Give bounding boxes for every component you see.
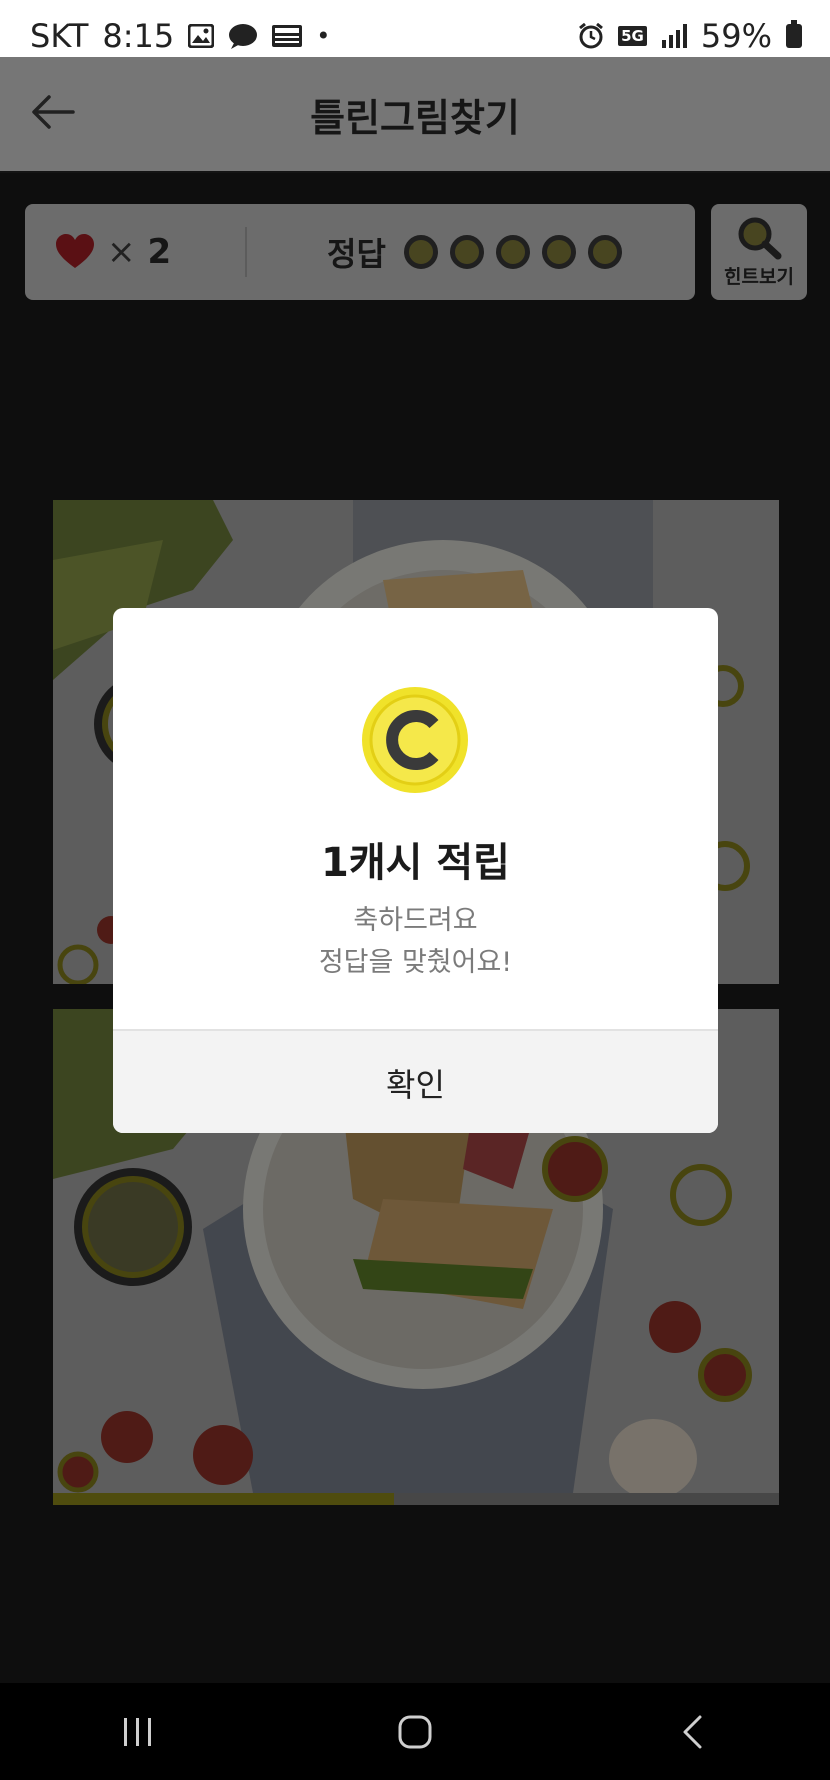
hint-label: 힌트보기 [724,265,794,288]
signal-icon [661,24,687,48]
recent-apps-button[interactable] [98,1702,178,1762]
answer-slots [403,235,622,269]
gallery-icon [188,24,215,48]
answer-label: 정답 [327,235,386,273]
dialog-title: 1캐시 적립 [321,840,510,886]
times-symbol: × [107,232,136,272]
status-left: SKT 8:15 • [30,17,330,55]
progress-track [53,1493,779,1505]
home-icon [398,1715,432,1748]
system-nav-bar [0,1683,830,1780]
carrier-text: SKT [30,17,89,55]
arrow-left-icon [32,95,75,129]
recent-apps-icon [124,1717,152,1746]
news-icon [272,25,303,47]
battery-text: 59% [700,17,772,55]
confirm-label: 확인 [386,1066,445,1104]
back-button[interactable] [28,87,78,137]
alarm-icon [579,23,604,49]
chat-bubble-icon [229,24,258,49]
chevron-left-icon [683,1715,702,1748]
dialog-message-line2: 정답을 맞췄어요! [318,947,513,978]
heart-icon [56,234,94,268]
lives-indicator: × 2 [55,232,245,272]
status-divider [245,227,247,277]
dot-indicator: • [316,22,331,50]
app-bar: 틀린그림찾기 [0,57,830,171]
confirm-button[interactable]: 확인 [113,1029,718,1133]
home-button[interactable] [375,1702,455,1762]
answer-slot [403,235,438,269]
network-type: 5G [618,26,647,46]
lives-count: 2 [147,232,172,272]
status-right: 5G 59% [578,17,802,55]
cash-coin-icon [362,687,468,793]
clock-text: 8:15 [102,17,175,55]
progress-fill [53,1493,395,1505]
answer-slot [587,235,622,269]
hint-button[interactable]: 힌트보기 [711,204,807,300]
game-status-panel: × 2 정답 [25,204,695,300]
dialog-message-line1: 축하드려요 [353,905,478,936]
answer-slot [449,235,484,269]
back-nav-button[interactable] [652,1702,732,1762]
magnifier-icon [738,217,782,259]
page-title: 틀린그림찾기 [310,95,520,140]
answer-slot [495,235,530,269]
header-divider [0,171,830,173]
battery-icon [786,20,802,48]
answer-slot [541,235,576,269]
reward-dialog: 1캐시 적립 축하드려요 정답을 맞췄어요! 확인 [113,608,718,1133]
